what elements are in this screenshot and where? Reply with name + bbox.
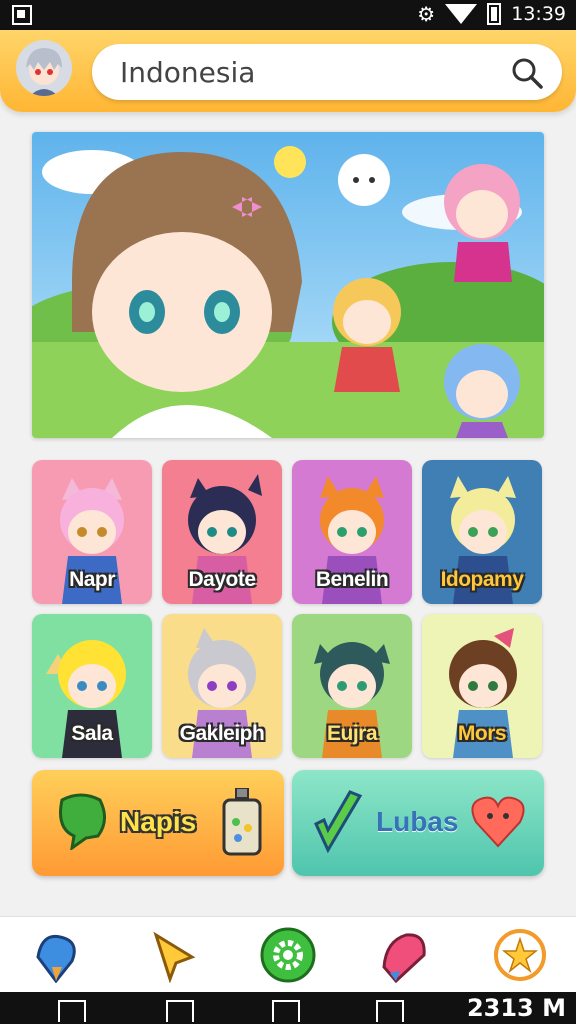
avatar[interactable] (16, 40, 72, 96)
recents-icon[interactable] (166, 1000, 194, 1022)
star-nav-icon[interactable] (492, 927, 548, 983)
system-nav-bar: 2313 M (0, 992, 576, 1024)
lubas-button[interactable]: Lubas (292, 770, 544, 876)
search-icon[interactable] (510, 56, 544, 90)
speech-bubble-icon (59, 793, 106, 850)
candy-nav-icon[interactable] (376, 927, 432, 983)
lubas-label: Lubas (376, 806, 459, 837)
character-name: Mors (457, 722, 507, 745)
character-tile[interactable]: Dayote (162, 460, 282, 604)
back-icon[interactable] (58, 1000, 86, 1022)
home-icon[interactable] (272, 1000, 300, 1022)
character-tile[interactable]: Idopamy (422, 460, 542, 604)
popsicle-nav-icon[interactable] (28, 927, 84, 983)
status-icons: ⚙ 13:39 (417, 3, 566, 25)
bottom-nav (0, 916, 576, 992)
header (0, 30, 576, 112)
status-time: 13:39 (511, 3, 566, 25)
checkmark-icon (314, 790, 363, 854)
search-bar[interactable] (92, 44, 562, 100)
menu-icon[interactable] (376, 1000, 404, 1022)
character-name: Gakleiph (179, 722, 265, 745)
system-time: 2313 M (466, 994, 566, 1022)
character-tile[interactable]: Sala (32, 614, 152, 758)
settings-nav-icon[interactable] (260, 927, 316, 983)
settings-status-icon: ⚙ (417, 2, 436, 26)
character-tile[interactable]: Napr (32, 460, 152, 604)
character-name: Idopamy (440, 568, 524, 591)
character-tile[interactable]: Mors (422, 614, 542, 758)
status-bar: ⚙ 13:39 (0, 0, 576, 30)
character-tile[interactable]: Eujra (292, 614, 412, 758)
character-name: Eujra (326, 722, 378, 745)
character-name: Sala (71, 722, 113, 745)
hero-banner[interactable] (32, 132, 544, 438)
character-tile[interactable]: Benelin (292, 460, 412, 604)
napis-label: Napis (120, 806, 197, 837)
character-name: Napr (69, 568, 115, 591)
battery-icon (487, 3, 502, 25)
character-tile[interactable]: Gakleiph (162, 614, 282, 758)
character-name: Dayote (188, 568, 256, 591)
search-input[interactable] (120, 52, 500, 92)
wifi-icon (445, 4, 478, 24)
banner-illustration (32, 132, 544, 438)
heart-icon (471, 796, 525, 848)
spray-can-icon (222, 788, 262, 856)
triangle-nav-icon[interactable] (146, 927, 202, 983)
napis-button[interactable]: Napis (32, 770, 284, 876)
character-name: Benelin (315, 568, 389, 591)
screenshot-icon (12, 5, 32, 25)
